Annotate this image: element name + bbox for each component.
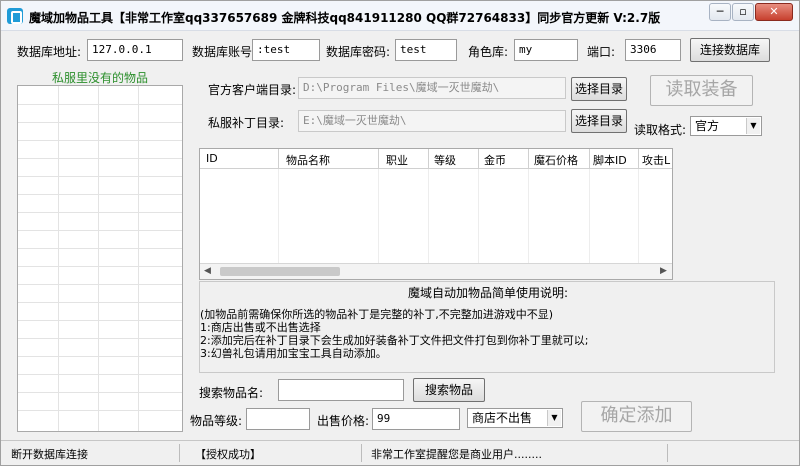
column-header-gold[interactable]: 金币 xyxy=(484,152,506,168)
usage-title: 魔域自动加物品简单使用说明: xyxy=(407,286,569,300)
db-user-label: 数据库账号 xyxy=(192,45,253,59)
db-password-input[interactable]: test xyxy=(395,39,457,61)
items-table[interactable]: ID 物品名称 职业 等级 金币 魔石价格 脚本ID 攻击L ◀ ▶ xyxy=(199,148,673,280)
shop-sale-select[interactable]: 商店不出售 ▼ xyxy=(467,408,563,428)
read-format-select[interactable]: 官方 ▼ xyxy=(690,116,762,136)
status-message: 非常工作室提醒您是商业用户........ xyxy=(371,448,542,461)
missing-items-title: 私服里没有的物品 xyxy=(51,71,148,85)
search-item-button[interactable]: 搜索物品 xyxy=(413,378,485,402)
window-title: 魔域加物品工具【非常工作室qq337657689 金牌科技qq841911280… xyxy=(29,11,661,25)
role-db-input[interactable]: my xyxy=(514,39,578,61)
chevron-down-icon: ▼ xyxy=(746,118,760,134)
chevron-down-icon: ▼ xyxy=(547,410,561,426)
port-input[interactable]: 3306 xyxy=(625,39,681,61)
port-label: 端口: xyxy=(587,45,616,59)
minimize-button[interactable]: ─ xyxy=(709,3,731,21)
missing-items-list[interactable] xyxy=(17,85,183,432)
read-equipment-button[interactable]: 读取装备 xyxy=(650,75,753,106)
app-logo-icon xyxy=(7,8,23,24)
role-db-label: 角色库: xyxy=(468,45,509,59)
official-dir-input[interactable]: D:\Program Files\魔域一灭世魔劫\ xyxy=(298,77,566,99)
search-label: 搜索物品名: xyxy=(199,386,264,400)
column-header-script-id[interactable]: 脚本ID xyxy=(593,152,627,168)
item-level-label: 物品等级: xyxy=(190,414,243,428)
db-address-label: 数据库地址: xyxy=(17,45,82,59)
shop-sale-value: 商店不出售 xyxy=(472,411,533,425)
private-dir-label: 私服补丁目录: xyxy=(208,116,285,130)
close-button[interactable]: ✕ xyxy=(755,3,793,21)
column-header-emoney-price[interactable]: 魔石价格 xyxy=(534,152,578,168)
items-table-hscrollbar[interactable]: ◀ ▶ xyxy=(200,263,672,279)
choose-private-dir-button[interactable]: 选择目录 xyxy=(571,109,627,133)
scroll-right-icon[interactable]: ▶ xyxy=(660,266,667,276)
sell-price-input[interactable]: 99 xyxy=(372,408,460,430)
read-format-value: 官方 xyxy=(695,119,720,133)
db-address-input[interactable]: 127.0.0.1 xyxy=(87,39,183,61)
scroll-left-icon[interactable]: ◀ xyxy=(204,266,211,276)
read-format-label: 读取格式: xyxy=(634,123,687,137)
items-table-header: ID 物品名称 职业 等级 金币 魔石价格 脚本ID 攻击L xyxy=(200,149,672,169)
connect-db-button[interactable]: 连接数据库 xyxy=(690,38,770,62)
restore-button[interactable]: ▫ xyxy=(732,3,754,21)
app-window: 魔域加物品工具【非常工作室qq337657689 金牌科技qq841911280… xyxy=(0,0,800,466)
sell-price-label: 出售价格: xyxy=(317,414,370,428)
column-header-name[interactable]: 物品名称 xyxy=(286,152,330,168)
item-level-input[interactable] xyxy=(246,408,310,430)
search-input[interactable] xyxy=(278,379,404,401)
status-connection: 断开数据库连接 xyxy=(11,448,88,461)
official-dir-label: 官方客户端目录: xyxy=(208,83,297,97)
title-bar: 魔域加物品工具【非常工作室qq337657689 金牌科技qq841911280… xyxy=(1,1,799,31)
usage-instructions: 魔域自动加物品简单使用说明: (加物品前需确保你所选的物品补丁是完整的补丁,不完… xyxy=(199,281,775,373)
scroll-thumb[interactable] xyxy=(220,267,340,276)
column-header-attack[interactable]: 攻击L xyxy=(642,152,670,168)
column-header-id[interactable]: ID xyxy=(206,152,218,165)
column-header-class[interactable]: 职业 xyxy=(386,152,408,168)
column-header-level[interactable]: 等级 xyxy=(434,152,456,168)
db-password-label: 数据库密码: xyxy=(326,45,391,59)
choose-official-dir-button[interactable]: 选择目录 xyxy=(571,77,627,101)
private-dir-input[interactable]: E:\魔域一灭世魔劫\ xyxy=(298,110,566,132)
status-license: 【授权成功】 xyxy=(195,448,261,461)
status-bar: 断开数据库连接 【授权成功】 非常工作室提醒您是商业用户........ xyxy=(1,440,799,465)
usage-line: 3:幻兽礼包请用加宝宝工具自动添加。 xyxy=(200,347,387,360)
confirm-add-button[interactable]: 确定添加 xyxy=(581,401,692,432)
db-user-input[interactable]: :test xyxy=(252,39,320,61)
